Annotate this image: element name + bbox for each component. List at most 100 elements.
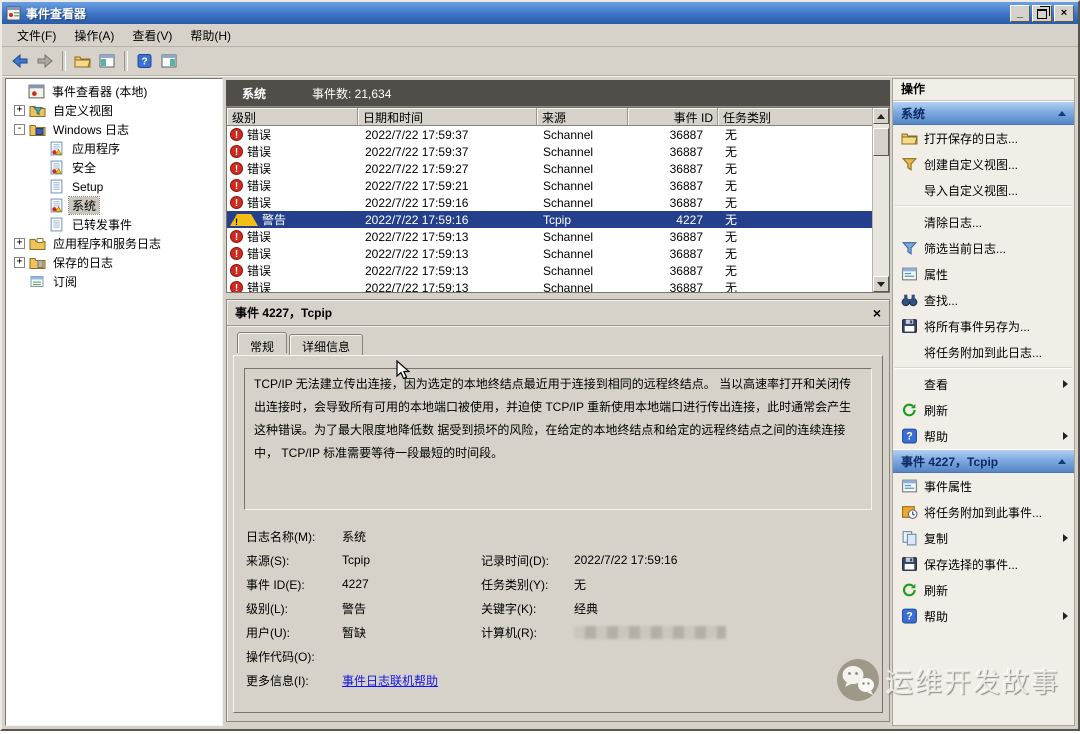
custom-views-icon <box>29 103 46 118</box>
menu-help[interactable]: 帮助(H) <box>181 25 240 46</box>
tab-general[interactable]: 常规 <box>237 332 287 353</box>
tree-item-saved-logs[interactable]: + 保存的日志 <box>6 253 222 272</box>
svg-text:?: ? <box>906 431 912 443</box>
event-row[interactable]: !错误 2022/7/22 17:59:13Schannel36887无 <box>227 245 873 262</box>
title-bar[interactable]: 事件查看器 _ × <box>2 2 1078 24</box>
open-folder-icon <box>901 130 918 146</box>
properties-icon <box>901 266 918 282</box>
column-header-level[interactable]: 级别 <box>227 108 358 126</box>
expand-icon[interactable]: + <box>14 257 25 268</box>
event-row-partial[interactable]: !错误 2022/7/22 17:59:13Schannel36887无 <box>227 279 873 292</box>
event-row-selected[interactable]: !警告 2022/7/22 17:59:16Tcpip4227无 <box>227 211 873 228</box>
action-refresh[interactable]: 刷新 <box>893 397 1074 423</box>
tree-item-security-log[interactable]: 安全 <box>6 158 222 177</box>
action-attach-task-to-event[interactable]: 将任务附加到此事件... <box>893 499 1074 525</box>
logged-label: 记录时间(D): <box>481 552 574 569</box>
event-row[interactable]: !错误 2022/7/22 17:59:27Schannel36887无 <box>227 160 873 177</box>
console-tree-toggle-button[interactable] <box>95 50 119 72</box>
column-header-datetime[interactable]: 日期和时间 <box>358 108 537 126</box>
menu-file[interactable]: 文件(F) <box>8 25 65 46</box>
action-view-submenu[interactable]: 查看 <box>893 371 1074 397</box>
tree-item-custom-views[interactable]: + 自定义视图 <box>6 101 222 120</box>
tree-item-label: 保存的日志 <box>50 254 116 271</box>
collapse-icon[interactable]: - <box>14 124 25 135</box>
action-save-selected-events[interactable]: 保存选择的事件... <box>893 551 1074 577</box>
list-scrollbar[interactable] <box>872 108 889 292</box>
expand-icon[interactable]: + <box>14 238 25 249</box>
event-count: 事件数: 21,634 <box>312 85 391 102</box>
actions-section-event[interactable]: 事件 4227，Tcpip <box>893 449 1074 473</box>
event-description[interactable]: TCP/IP 无法建立传出连接，因为选定的本地终结点最近用于连接到相同的远程终结… <box>244 368 872 510</box>
menu-view[interactable]: 查看(V) <box>123 25 181 46</box>
action-copy-submenu[interactable]: 复制 <box>893 525 1074 551</box>
action-create-custom-view[interactable]: 创建自定义视图... <box>893 151 1074 177</box>
task-clock-icon <box>901 504 918 520</box>
event-row[interactable]: !错误 2022/7/22 17:59:13Schannel36887无 <box>227 262 873 279</box>
open-log-button[interactable] <box>70 50 94 72</box>
level-value: 警告 <box>342 600 481 617</box>
action-help-submenu[interactable]: ? 帮助 <box>893 423 1074 449</box>
action-import-custom-view[interactable]: 导入自定义视图... <box>893 177 1074 203</box>
event-detail-pane: 事件 4227，Tcpip × 常规 详细信息 TCP/IP 无法建立传出连接，… <box>226 299 890 722</box>
action-help-event-submenu[interactable]: ? 帮助 <box>893 603 1074 629</box>
column-header-task-category[interactable]: 任务类别 <box>718 108 873 126</box>
action-find[interactable]: 查找... <box>893 287 1074 313</box>
column-header-event-id[interactable]: 事件 ID <box>628 108 718 126</box>
event-row[interactable]: !错误 2022/7/22 17:59:21Schannel36887无 <box>227 177 873 194</box>
keywords-value: 经典 <box>574 600 882 617</box>
tree-item-apps-services-logs[interactable]: + 应用程序和服务日志 <box>6 234 222 253</box>
action-refresh-event[interactable]: 刷新 <box>893 577 1074 603</box>
tab-details[interactable]: 详细信息 <box>289 334 363 355</box>
event-row[interactable]: !错误 2022/7/22 17:59:37Schannel36887无 <box>227 143 873 160</box>
source-value: Tcpip <box>342 553 481 567</box>
more-info-label: 更多信息(I): <box>246 672 342 689</box>
action-pane-toggle-button[interactable] <box>157 50 181 72</box>
tree-item-application-log[interactable]: 应用程序 <box>6 139 222 158</box>
task-category-label: 任务类别(Y): <box>481 576 574 593</box>
detail-title-bar: 事件 4227，Tcpip × <box>227 300 889 326</box>
action-open-saved-log[interactable]: 打开保存的日志... <box>893 125 1074 151</box>
help-button[interactable]: ? <box>132 50 156 72</box>
refresh-icon <box>901 582 918 598</box>
expand-icon[interactable]: + <box>14 105 25 116</box>
event-viewer-icon <box>28 84 45 99</box>
logged-value: 2022/7/22 17:59:16 <box>574 553 882 567</box>
actions-section-system[interactable]: 系统 <box>893 101 1074 125</box>
forward-button[interactable] <box>33 50 57 72</box>
action-clear-log[interactable]: 清除日志... <box>893 209 1074 235</box>
tree-item-forwarded-events[interactable]: 已转发事件 <box>6 215 222 234</box>
tree-item-system-log[interactable]: 系统 <box>6 196 222 215</box>
event-row[interactable]: !错误 2022/7/22 17:59:37Schannel36887无 <box>227 126 873 143</box>
event-log-online-help-link[interactable]: 事件日志联机帮助 <box>342 672 481 689</box>
action-attach-task-to-log[interactable]: 将任务附加到此日志... <box>893 339 1074 365</box>
scroll-up-button[interactable] <box>873 108 889 124</box>
close-preview-button[interactable]: × <box>873 306 881 320</box>
close-button[interactable]: × <box>1054 5 1074 22</box>
action-filter-current-log[interactable]: 筛选当前日志... <box>893 235 1074 261</box>
tree-item-label-selected: 系统 <box>69 197 99 214</box>
back-button[interactable] <box>8 50 32 72</box>
menu-action[interactable]: 操作(A) <box>65 25 123 46</box>
actions-pane-header: 操作 <box>893 79 1074 101</box>
action-save-all-events-as[interactable]: 将所有事件另存为... <box>893 313 1074 339</box>
tree-item-label: 应用程序 <box>69 140 123 157</box>
action-event-properties[interactable]: 事件属性 <box>893 473 1074 499</box>
minimize-button[interactable]: _ <box>1010 5 1030 22</box>
tree-item-subscriptions[interactable]: 订阅 <box>6 272 222 291</box>
scrollbar-thumb[interactable] <box>873 128 889 156</box>
action-properties[interactable]: 属性 <box>893 261 1074 287</box>
subscriptions-icon <box>29 274 46 289</box>
scroll-down-button[interactable] <box>873 276 889 292</box>
up-arrow-icon <box>877 114 885 119</box>
restore-button[interactable] <box>1032 5 1052 22</box>
column-header-source[interactable]: 来源 <box>537 108 628 126</box>
event-row[interactable]: !错误 2022/7/22 17:59:13Schannel36887无 <box>227 228 873 245</box>
event-row[interactable]: !错误 2022/7/22 17:59:16Schannel36887无 <box>227 194 873 211</box>
tree-root-event-viewer[interactable]: 事件查看器 (本地) <box>6 82 222 101</box>
help-icon: ? <box>137 54 152 68</box>
tree-root-label: 事件查看器 (本地) <box>49 83 150 100</box>
task-category-value: 无 <box>574 576 882 593</box>
tree-item-setup-log[interactable]: Setup <box>6 177 222 196</box>
tree-item-windows-logs[interactable]: - Windows 日志 <box>6 120 222 139</box>
event-fields: 日志名称(M): 系统 来源(S): Tcpip 记录时间(D): 2022/7… <box>246 524 882 692</box>
